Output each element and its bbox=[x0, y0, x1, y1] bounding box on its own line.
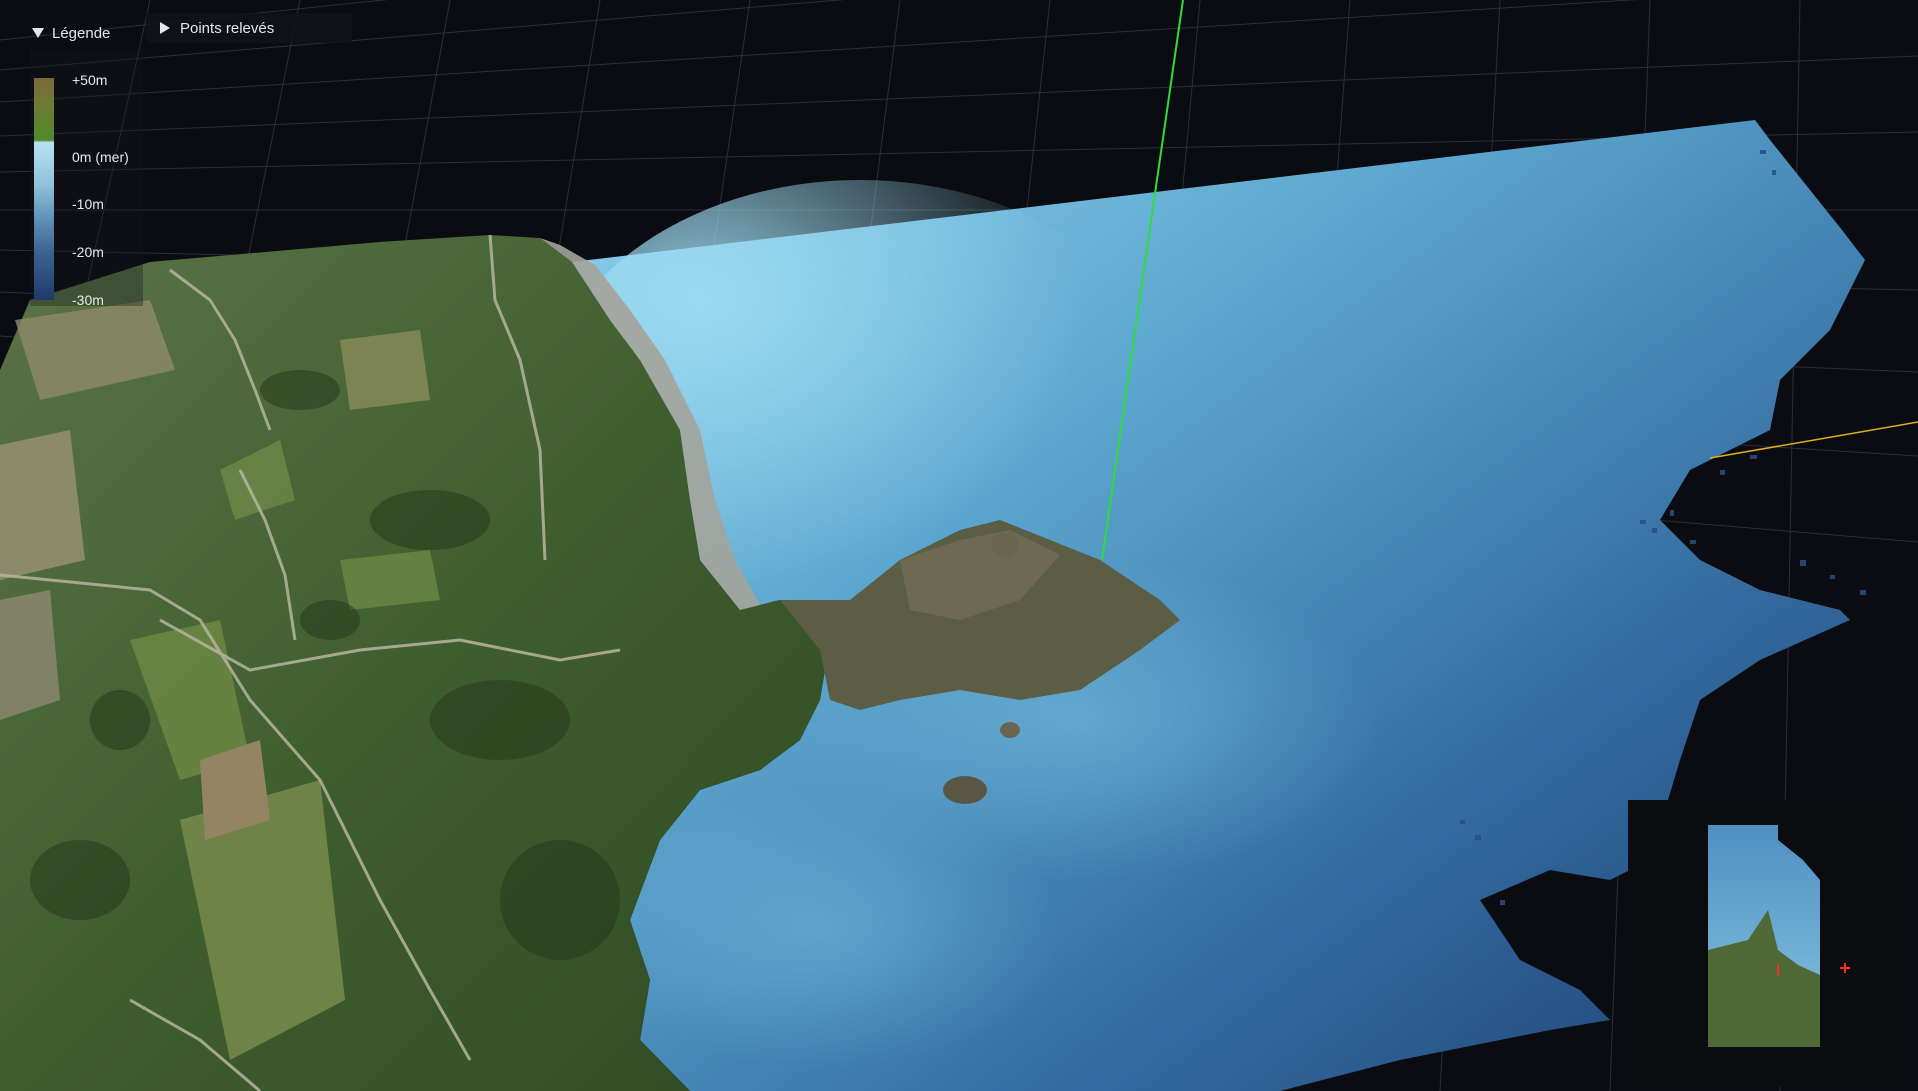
caret-down-icon bbox=[32, 28, 44, 38]
points-releves-label: Points relevés bbox=[180, 19, 275, 37]
3d-viewport[interactable]: Légende +50m 0m (mer) -10m -20m -30m Poi… bbox=[0, 0, 1918, 1091]
elevation-colorbar bbox=[34, 78, 54, 300]
legend-label-top: +50m bbox=[72, 72, 108, 88]
crosshair-icon bbox=[1840, 963, 1850, 973]
legend-label-minus30: -30m bbox=[72, 292, 104, 308]
legend-label-sea-level: 0m (mer) bbox=[72, 149, 129, 165]
legend-toggle[interactable]: Légende bbox=[32, 22, 110, 44]
minimap[interactable] bbox=[1628, 800, 1900, 1087]
legend-label-minus20: -20m bbox=[72, 244, 104, 260]
legend-label-minus10: -10m bbox=[72, 196, 104, 212]
legend-title: Légende bbox=[52, 24, 111, 42]
points-releves-toggle[interactable]: Points relevés bbox=[146, 13, 352, 43]
legend-body: +50m 0m (mer) -10m -20m -30m bbox=[30, 50, 143, 308]
legend-panel: Légende +50m 0m (mer) -10m -20m -30m bbox=[22, 16, 143, 308]
caret-right-icon bbox=[160, 22, 170, 34]
